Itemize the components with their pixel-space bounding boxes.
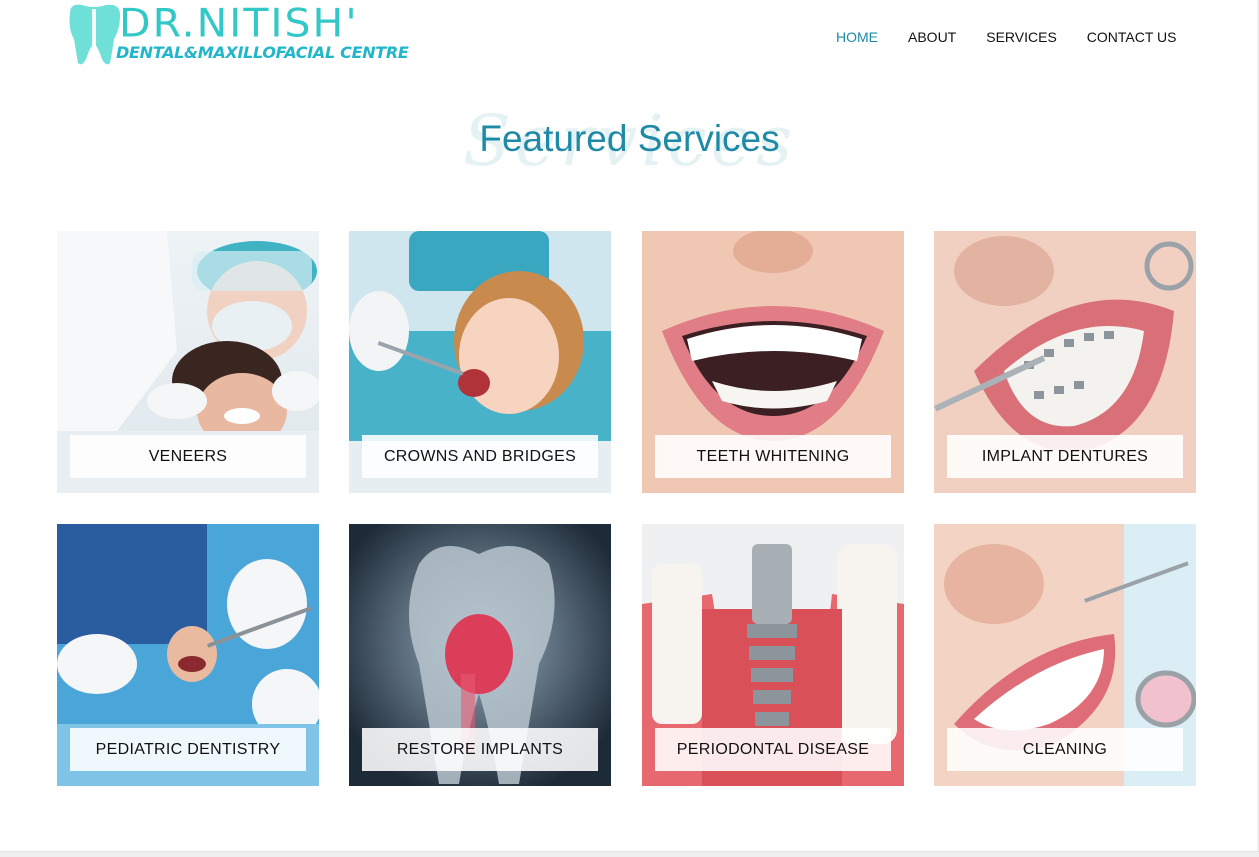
nav-contact-us[interactable]: CONTACT US — [1087, 29, 1177, 45]
nav-services[interactable]: SERVICES — [986, 29, 1057, 45]
tooth-logo-icon — [69, 4, 120, 65]
service-label: TEETH WHITENING — [655, 435, 891, 478]
service-label: PERIODONTAL DISEASE — [655, 728, 891, 771]
logo-subtitle: DENTAL&MAXILLOFACIAL CENTRE — [116, 43, 409, 62]
service-card-teeth-whitening[interactable]: TEETH WHITENING — [642, 231, 904, 493]
service-label: RESTORE IMPLANTS — [362, 728, 598, 771]
nav-about[interactable]: ABOUT — [908, 29, 956, 45]
service-card-veneers[interactable]: VENEERS — [57, 231, 319, 493]
section-title: Featured Services — [479, 118, 780, 159]
main-nav: HOME ABOUT SERVICES CONTACT US — [836, 29, 1207, 45]
page-bottom-edge — [0, 851, 1259, 857]
site-logo[interactable]: DR.NITISH' DENTAL&MAXILLOFACIAL CENTRE — [66, 0, 409, 67]
service-card-periodontal-disease[interactable]: PERIODONTAL DISEASE — [642, 524, 904, 786]
nav-home[interactable]: HOME — [836, 29, 878, 45]
services-grid: VENEERS CROWNS AND BRIDGES TEETH WHITENI… — [57, 231, 1197, 786]
service-label: CROWNS AND BRIDGES — [362, 435, 598, 478]
service-card-cleaning[interactable]: CLEANING — [934, 524, 1196, 786]
service-card-restore-implants[interactable]: RESTORE IMPLANTS — [349, 524, 611, 786]
service-label: PEDIATRIC DENTISTRY — [70, 728, 306, 771]
logo-title: DR.NITISH' — [119, 0, 359, 46]
service-label: CLEANING — [947, 728, 1183, 771]
service-card-crowns-and-bridges[interactable]: CROWNS AND BRIDGES — [349, 231, 611, 493]
service-card-pediatric-dentistry[interactable]: PEDIATRIC DENTISTRY — [57, 524, 319, 786]
service-card-implant-dentures[interactable]: IMPLANT DENTURES — [934, 231, 1196, 493]
service-label: IMPLANT DENTURES — [947, 435, 1183, 478]
service-label: VENEERS — [70, 435, 306, 478]
